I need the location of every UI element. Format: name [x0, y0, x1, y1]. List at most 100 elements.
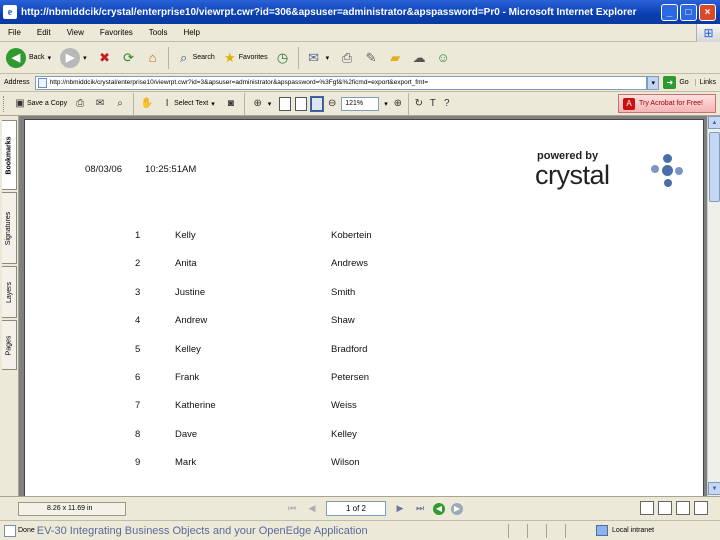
- refresh-button[interactable]: ⟳: [117, 45, 141, 71]
- first-page-icon[interactable]: ⏮: [284, 501, 300, 517]
- home-button[interactable]: ⌂: [141, 45, 165, 71]
- menu-edit[interactable]: Edit: [29, 28, 59, 37]
- discuss-button[interactable]: ☁: [407, 45, 431, 71]
- back-button[interactable]: ◀ Back ▾: [3, 45, 57, 71]
- print-pdf-button[interactable]: ⎙: [70, 94, 90, 114]
- crystal-logo: powered by crystal: [535, 148, 683, 196]
- previous-view-icon[interactable]: ◀: [433, 502, 445, 515]
- row-last-name: Kelley: [331, 429, 357, 440]
- chevron-down-icon[interactable]: ▾: [384, 100, 388, 108]
- chevron-down-icon[interactable]: ▾: [83, 54, 87, 62]
- chevron-down-icon[interactable]: ▾: [326, 54, 330, 62]
- menu-bar: File Edit View Favorites Tools Help ⊞: [0, 23, 720, 42]
- edit-button[interactable]: ✎: [359, 45, 383, 71]
- page-navigation-bar: 8.26 x 11.69 in ⏮ ◀ 1 of 2 ▶ ⏭ ◀ ▶: [0, 496, 720, 520]
- mail-button[interactable]: ✉ ▾: [302, 45, 336, 71]
- hand-tool-button[interactable]: ✋: [137, 94, 157, 114]
- status-bar: Done EV-30 Integrating Business Objects …: [0, 520, 720, 540]
- back-label: Back: [29, 54, 45, 61]
- next-page-icon[interactable]: ▶: [392, 501, 408, 517]
- scroll-up-button[interactable]: ▲: [708, 116, 720, 129]
- refresh-icon: ⟳: [123, 49, 135, 65]
- zoom-out-icon[interactable]: ⊖: [325, 97, 339, 111]
- scroll-thumb[interactable]: [709, 132, 720, 202]
- maximize-button[interactable]: □: [680, 3, 697, 21]
- search-pdf-button[interactable]: ⌕: [110, 94, 130, 114]
- row-number: 5: [135, 344, 141, 355]
- tab-signatures[interactable]: Signatures: [2, 192, 17, 264]
- try-acrobat-button[interactable]: A Try Acrobat for Free!: [618, 94, 716, 113]
- fit-width-icon[interactable]: [310, 95, 325, 112]
- zoom-field[interactable]: 121%: [341, 96, 380, 111]
- page-number-field[interactable]: 1 of 2: [326, 501, 386, 516]
- minimize-button[interactable]: _: [661, 3, 678, 21]
- star-icon: ★: [223, 49, 236, 65]
- zoom-tool-button[interactable]: ⊕ ▾: [248, 94, 278, 114]
- scroll-down-button[interactable]: ▼: [708, 482, 720, 495]
- document-viewer[interactable]: 08/03/06 10:25:51AM powered by crystal 1…: [19, 116, 707, 496]
- row-last-name: Andrews: [331, 258, 368, 269]
- row-first-name: Anita: [175, 258, 197, 269]
- acrobat-icon: A: [623, 97, 635, 110]
- tab-layers[interactable]: Layers: [2, 266, 17, 318]
- menu-help[interactable]: Help: [175, 28, 207, 37]
- links-button[interactable]: Links: [694, 79, 720, 86]
- save-copy-button[interactable]: ▣ Save a Copy: [10, 94, 70, 114]
- menu-favorites[interactable]: Favorites: [92, 28, 141, 37]
- actual-size-icon[interactable]: [279, 96, 292, 111]
- previous-page-icon[interactable]: ◀: [304, 501, 320, 517]
- stop-button[interactable]: ✖: [93, 45, 117, 71]
- text-cursor-icon: I: [165, 98, 169, 109]
- continuous-facing-icon[interactable]: [694, 501, 708, 515]
- try-acrobat-label: Try Acrobat for Free!: [639, 100, 703, 107]
- single-page-icon[interactable]: [640, 501, 654, 515]
- favorites-button[interactable]: ★ Favorites: [218, 45, 271, 71]
- close-button[interactable]: ×: [699, 3, 716, 21]
- snapshot-button[interactable]: ◙: [221, 94, 241, 114]
- menu-view[interactable]: View: [59, 28, 92, 37]
- email-pdf-button[interactable]: ✉: [90, 94, 110, 114]
- last-page-icon[interactable]: ⏭: [412, 501, 428, 517]
- zoom-in-icon[interactable]: ⊕: [391, 97, 405, 111]
- rotate-icon[interactable]: ↻: [412, 97, 426, 111]
- menu-file[interactable]: File: [0, 28, 29, 37]
- forward-button[interactable]: ▶ ▾: [57, 45, 93, 71]
- vertical-scrollbar[interactable]: ▲ ▼: [707, 116, 720, 496]
- binoculars-icon: ⌕: [117, 98, 123, 109]
- search-button[interactable]: ⌕ Search: [172, 45, 218, 71]
- continuous-page-icon[interactable]: [658, 501, 672, 515]
- fit-page-icon[interactable]: [295, 96, 308, 111]
- chevron-down-icon[interactable]: ▾: [211, 100, 215, 108]
- row-number: 3: [135, 287, 141, 298]
- select-text-button[interactable]: I Select Text ▾: [157, 94, 221, 114]
- menu-tools[interactable]: Tools: [141, 28, 176, 37]
- go-button[interactable]: ➜ Go: [659, 76, 694, 89]
- help-icon[interactable]: ?: [440, 97, 454, 111]
- print-button[interactable]: ⎙: [335, 45, 359, 71]
- chevron-down-icon[interactable]: ▾: [268, 100, 272, 108]
- ie-app-icon: e: [3, 5, 17, 19]
- row-first-name: Andrew: [175, 315, 208, 326]
- facing-page-icon[interactable]: [676, 501, 690, 515]
- address-dropdown[interactable]: ▾: [647, 75, 660, 90]
- camera-icon: ◙: [227, 98, 234, 109]
- mail-icon: ✉: [95, 98, 105, 109]
- messenger-icon: ☺: [436, 50, 450, 65]
- windows-logo-icon: ⊞: [696, 23, 720, 42]
- toolbar-grip: [3, 95, 6, 112]
- folder-button[interactable]: ▰: [383, 45, 407, 71]
- page-icon: [37, 77, 47, 88]
- tab-bookmarks[interactable]: Bookmarks: [2, 120, 17, 190]
- address-field[interactable]: http://nbmiddcik/crystal/enterprise10/vi…: [34, 75, 648, 90]
- logo-crystal-text: crystal: [535, 160, 610, 190]
- zone-label: Local intranet: [612, 527, 655, 534]
- tab-pages[interactable]: Pages: [2, 320, 17, 370]
- status-separators: [508, 523, 584, 538]
- text-icon[interactable]: T: [426, 97, 440, 111]
- history-button[interactable]: ◷: [271, 45, 295, 71]
- next-view-icon[interactable]: ▶: [451, 502, 463, 515]
- chevron-down-icon[interactable]: ▾: [48, 54, 52, 62]
- messenger-button[interactable]: ☺: [431, 45, 455, 71]
- intranet-icon: [596, 525, 608, 536]
- toolbar-separator: [297, 46, 299, 69]
